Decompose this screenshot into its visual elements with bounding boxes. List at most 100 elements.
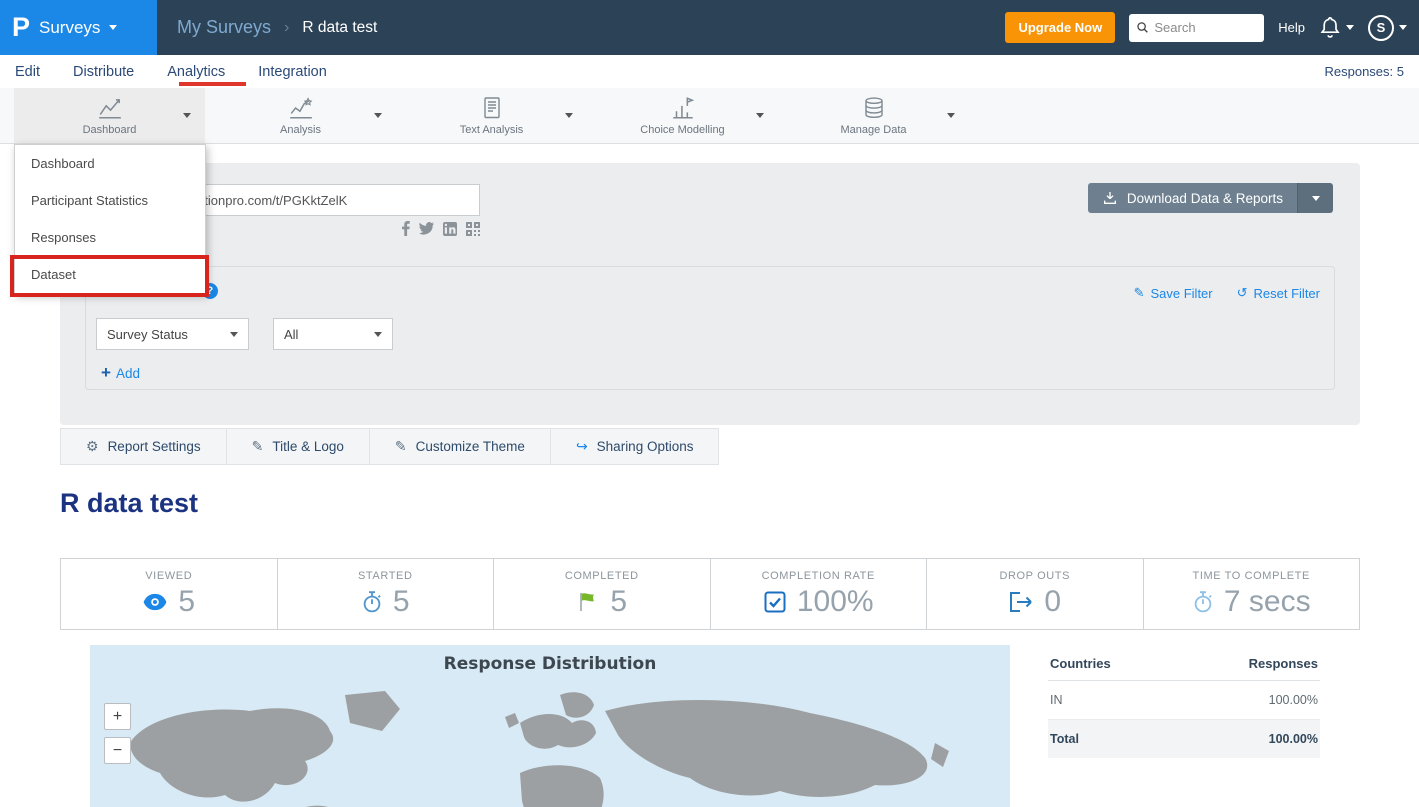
chevron-down-icon[interactable] bbox=[374, 113, 382, 118]
chevron-down-icon[interactable] bbox=[947, 113, 955, 118]
eye-icon bbox=[142, 593, 168, 611]
edit-icon: ✎ bbox=[252, 438, 264, 455]
database-icon bbox=[862, 96, 886, 120]
filter-actions: ✎ Save Filter ↺ Reset Filter bbox=[1134, 285, 1320, 301]
breadcrumb-current-survey: R data test bbox=[302, 19, 377, 37]
nav-edit[interactable]: Edit bbox=[15, 64, 40, 80]
filter-value-select[interactable]: All bbox=[273, 318, 393, 350]
map-zoom-controls: + − bbox=[104, 703, 131, 764]
chevron-down-icon bbox=[1346, 25, 1354, 30]
text-analysis-icon bbox=[480, 96, 504, 120]
analysis-chart-icon bbox=[288, 96, 314, 120]
table-header: Countries Responses bbox=[1048, 647, 1320, 681]
search-input[interactable] bbox=[1154, 20, 1256, 35]
choice-modelling-icon bbox=[670, 96, 696, 120]
chevron-down-icon bbox=[230, 332, 238, 337]
download-data-reports-button[interactable]: Download Data & Reports bbox=[1088, 183, 1333, 213]
topbar-actions: Upgrade Now Help S bbox=[1005, 12, 1419, 43]
table-row-total: Total 100.00% bbox=[1048, 720, 1320, 758]
upgrade-now-button[interactable]: Upgrade Now bbox=[1005, 12, 1115, 43]
analytics-active-underline bbox=[179, 82, 246, 86]
zoom-out-button[interactable]: − bbox=[104, 737, 131, 764]
nav-distribute[interactable]: Distribute bbox=[73, 64, 134, 80]
chevron-down-icon bbox=[374, 332, 382, 337]
toolbar-manage-data[interactable]: Manage Data bbox=[778, 88, 969, 143]
chevron-down-icon[interactable] bbox=[756, 113, 764, 118]
page-title: R data test bbox=[60, 488, 198, 519]
survey-stats-bar: VIEWED 5 STARTED 5 COMPLETED 5 COMPLETIO… bbox=[60, 558, 1360, 630]
download-icon bbox=[1102, 190, 1118, 206]
facebook-icon[interactable] bbox=[401, 221, 410, 236]
chevron-down-icon bbox=[1312, 196, 1320, 201]
tab-title-logo[interactable]: ✎ Title & Logo bbox=[227, 428, 370, 465]
twitter-icon[interactable] bbox=[419, 222, 434, 235]
notifications-button[interactable] bbox=[1319, 16, 1354, 40]
menu-item-participant-statistics[interactable]: Participant Statistics bbox=[15, 182, 205, 219]
toolbar-analysis-label: Analysis bbox=[280, 124, 321, 136]
nav-analytics[interactable]: Analytics bbox=[167, 64, 225, 80]
flag-icon bbox=[576, 590, 600, 614]
stat-time-to-complete: TIME TO COMPLETE 7 secs bbox=[1144, 559, 1360, 629]
dashboard-dropdown-menu: Dashboard Participant Statistics Respons… bbox=[14, 144, 206, 294]
menu-item-responses[interactable]: Responses bbox=[15, 219, 205, 256]
edit-icon: ✎ bbox=[1134, 285, 1145, 301]
tab-sharing-options[interactable]: ↪ Sharing Options bbox=[551, 428, 720, 465]
qr-code-icon[interactable] bbox=[466, 222, 480, 236]
plus-icon: + bbox=[101, 363, 111, 383]
menu-item-dataset[interactable]: Dataset bbox=[15, 256, 205, 293]
breadcrumb-my-surveys[interactable]: My Surveys bbox=[177, 17, 271, 38]
reset-filter-link[interactable]: ↺ Reset Filter bbox=[1237, 285, 1320, 301]
account-menu[interactable]: S bbox=[1368, 15, 1407, 41]
help-link[interactable]: Help bbox=[1278, 20, 1305, 35]
toolbar-analysis[interactable]: Analysis bbox=[205, 88, 396, 143]
gears-icon: ⚙ bbox=[86, 438, 99, 455]
filter-field-select[interactable]: Survey Status bbox=[96, 318, 249, 350]
surveys-menu-label: Surveys bbox=[39, 18, 100, 38]
download-options-split-button[interactable] bbox=[1297, 183, 1333, 213]
toolbar-choice-modelling[interactable]: Choice Modelling bbox=[587, 88, 778, 143]
nav-integration[interactable]: Integration bbox=[258, 64, 327, 80]
stat-completion-rate: COMPLETION RATE 100% bbox=[711, 559, 928, 629]
stopwatch-icon bbox=[1192, 590, 1214, 614]
table-row: IN 100.00% bbox=[1048, 681, 1320, 720]
top-bar: P Surveys My Surveys › R data test Upgra… bbox=[0, 0, 1419, 55]
chevron-down-icon[interactable] bbox=[183, 113, 191, 118]
tab-report-settings[interactable]: ⚙ Report Settings bbox=[60, 428, 227, 465]
dashboard-chart-icon bbox=[97, 96, 123, 120]
map-title: Response Distribution bbox=[90, 654, 1010, 674]
search-icon bbox=[1137, 21, 1148, 34]
linkedin-icon[interactable] bbox=[443, 222, 457, 236]
exit-icon bbox=[1008, 591, 1034, 613]
tab-customize-theme[interactable]: ✎ Customize Theme bbox=[370, 428, 551, 465]
surveys-product-menu[interactable]: P Surveys bbox=[0, 0, 157, 55]
zoom-in-button[interactable]: + bbox=[104, 703, 131, 730]
toolbar-dashboard[interactable]: Dashboard bbox=[14, 88, 205, 143]
save-filter-link[interactable]: ✎ Save Filter bbox=[1134, 285, 1213, 301]
bell-icon bbox=[1319, 16, 1341, 40]
countries-column-header: Countries bbox=[1050, 656, 1111, 671]
menu-item-dashboard[interactable]: Dashboard bbox=[15, 145, 205, 182]
toolbar-text-analysis[interactable]: Text Analysis bbox=[396, 88, 587, 143]
responses-column-header: Responses bbox=[1249, 656, 1318, 671]
chevron-down-icon[interactable] bbox=[565, 113, 573, 118]
share-arrow-icon: ↪ bbox=[576, 438, 588, 455]
world-map[interactable] bbox=[90, 683, 1010, 807]
chevron-down-icon bbox=[109, 25, 117, 30]
breadcrumb-separator: › bbox=[284, 19, 289, 37]
stat-viewed: VIEWED 5 bbox=[61, 559, 278, 629]
filter-data-section: Filter Data ? ✎ Save Filter ↺ Reset Filt… bbox=[85, 266, 1335, 390]
filter-criteria-row: Survey Status All bbox=[96, 318, 393, 350]
stat-completed: COMPLETED 5 bbox=[494, 559, 711, 629]
questionpro-logo: P bbox=[12, 12, 30, 43]
toolbar-choice-modelling-label: Choice Modelling bbox=[640, 124, 724, 136]
stat-drop-outs: DROP OUTS 0 bbox=[927, 559, 1144, 629]
search-box[interactable] bbox=[1129, 14, 1264, 42]
toolbar-dashboard-label: Dashboard bbox=[83, 124, 137, 136]
report-tabs: ⚙ Report Settings ✎ Title & Logo ✎ Custo… bbox=[60, 428, 719, 465]
stat-started: STARTED 5 bbox=[278, 559, 495, 629]
add-filter-link[interactable]: + Add bbox=[101, 363, 140, 383]
response-distribution-map: Response Distribution + − bbox=[90, 645, 1010, 807]
breadcrumb: My Surveys › R data test bbox=[177, 17, 377, 38]
responses-count: Responses: 5 bbox=[1325, 64, 1405, 79]
analytics-toolbar: Dashboard Analysis Text Analysis Choice … bbox=[0, 88, 1419, 144]
